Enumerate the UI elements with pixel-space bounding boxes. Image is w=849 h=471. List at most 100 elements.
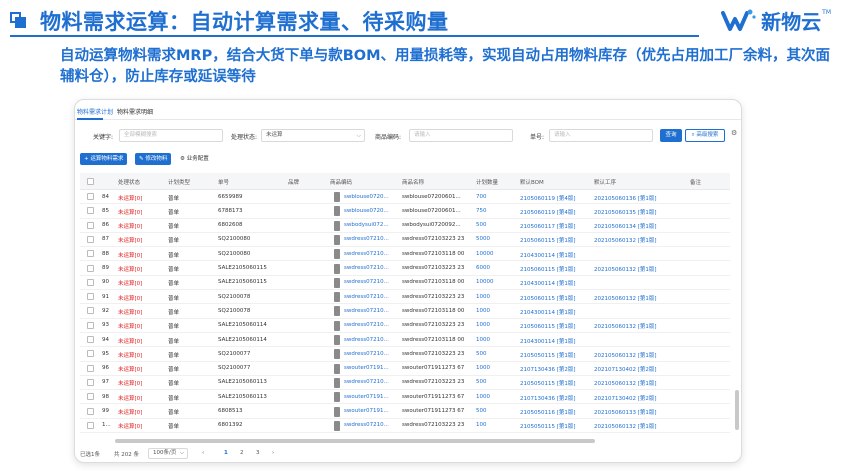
table-row[interactable]: 89 未运算[0] 普单 SALE2105060115 swdress07210... s… (80, 262, 730, 276)
row-material-code[interactable]: swblouse0720... (344, 194, 389, 200)
row-material-code[interactable]: swdress07210... (344, 308, 389, 314)
table-row[interactable]: 93 未运算[0] 普单 SALE2105060114 swdress07210... s… (80, 319, 730, 333)
row-material-code[interactable]: swdress07210... (344, 337, 389, 343)
row-checkbox[interactable] (87, 278, 94, 286)
row-default-bom[interactable]: 2105050116 [第1版] (520, 408, 576, 416)
row-default-process[interactable]: 202105060132 [第1版] (594, 236, 657, 244)
row-default-process[interactable]: 202105060132 [第1版] (594, 422, 657, 430)
table-row[interactable]: 88 未运算[0] 普单 SQ2100080 swdress07210... swdres… (80, 247, 730, 262)
keyword-input[interactable]: 全部模糊搜索 (119, 129, 223, 142)
vertical-scrollbar[interactable] (735, 390, 739, 430)
row-material-code[interactable]: swbodysui072... (344, 222, 389, 228)
row-default-process[interactable]: 202105060132 [第1版] (594, 265, 657, 273)
tab-material-detail[interactable]: 物料需求明细 (117, 107, 153, 116)
row-default-bom[interactable]: 2105050115 [第1版] (520, 422, 576, 430)
row-checkbox[interactable] (87, 293, 94, 301)
row-checkbox[interactable] (87, 235, 94, 243)
row-material-code[interactable]: swdress07210... (344, 294, 389, 300)
prev-page-button[interactable]: ‹ (202, 450, 204, 456)
row-default-process[interactable]: 202105060136 [第1版] (594, 194, 657, 202)
select-all-checkbox[interactable] (87, 178, 94, 185)
order-no-input[interactable]: 请输入 (549, 129, 653, 142)
row-default-bom[interactable]: 2105060119 [第4版] (520, 194, 576, 202)
row-default-bom[interactable]: 2105060115 [第1版] (520, 322, 576, 330)
row-checkbox[interactable] (87, 207, 94, 215)
row-checkbox[interactable] (87, 321, 94, 329)
table-row[interactable]: 96 未运算[0] 普单 SQ2100077 swouter07191... swoute… (80, 362, 730, 376)
row-material-code[interactable]: swdress07210... (344, 322, 389, 328)
row-plan-qty[interactable]: 6000 (476, 265, 490, 271)
page-3-button[interactable]: 3 (256, 450, 260, 456)
edit-material-button[interactable]: ✎ 修改物料 (135, 153, 172, 165)
row-default-process[interactable]: 202105060132 [第1版] (594, 379, 657, 387)
table-row[interactable]: 92 未运算[0] 普单 SQ2100078 swdress07210... swdres… (80, 304, 730, 319)
page-size-select[interactable]: 100条/页 ⌵ (148, 448, 188, 459)
query-button[interactable]: 查询 (660, 129, 682, 142)
row-material-code[interactable]: swdress07210... (344, 422, 389, 428)
row-material-code[interactable]: swdress07210... (344, 279, 389, 285)
row-checkbox[interactable] (87, 193, 94, 200)
row-checkbox[interactable] (87, 378, 94, 386)
row-material-code[interactable]: swouter07191... (344, 394, 389, 400)
horizontal-scrollbar[interactable] (115, 439, 595, 443)
row-default-bom[interactable]: 2104300114 [第1版] (520, 251, 576, 259)
row-default-process[interactable]: 202105060133 [第1版] (594, 408, 657, 416)
tab-material-plan[interactable]: 物料需求计划 (77, 107, 113, 116)
row-default-bom[interactable]: 2105060117 [第1版] (520, 222, 576, 230)
page-2-button[interactable]: 2 (240, 450, 244, 456)
row-checkbox[interactable] (87, 307, 94, 315)
row-plan-qty[interactable]: 1000 (476, 365, 490, 371)
status-select[interactable]: 未运算 ⌵ (261, 129, 365, 142)
row-default-bom[interactable]: 2104300114 [第1版] (520, 308, 576, 316)
row-material-code[interactable]: swdress07210... (344, 251, 389, 257)
row-material-code[interactable]: swdress07210... (344, 265, 389, 271)
table-row[interactable]: 87 未运算[0] 普单 SQ2100080 swdress07210... swdres… (80, 233, 730, 248)
row-plan-qty[interactable]: 10000 (476, 251, 494, 257)
row-plan-qty[interactable]: 100 (476, 422, 487, 428)
row-material-code[interactable]: swdress07210... (344, 379, 389, 385)
table-row[interactable]: 95 未运算[0] 普单 SQ2100077 swdress07210... swdres… (80, 347, 730, 362)
row-material-code[interactable]: swouter07191... (344, 365, 389, 371)
table-row[interactable]: 99 未运算[0] 普单 6808513 swouter07191... swouter0… (80, 405, 730, 419)
table-row[interactable]: 91 未运算[0] 普单 SQ2100078 swdress07210... swdres… (80, 290, 730, 305)
row-checkbox[interactable] (87, 407, 94, 415)
row-default-process[interactable]: 202105060132 [第1版] (594, 351, 657, 359)
row-checkbox[interactable] (87, 350, 94, 358)
row-default-process[interactable]: 202107130402 [第2版] (594, 394, 657, 402)
row-material-code[interactable]: swdress07210... (344, 236, 389, 242)
table-row[interactable]: 97 未运算[0] 普单 SALE2105060113 swdress07210... s… (80, 376, 730, 391)
row-default-process[interactable]: 202105060132 [第1版] (594, 322, 657, 330)
next-page-button[interactable]: › (272, 450, 274, 456)
table-row[interactable]: 1... 未运算[0] 普单 6801392 swdress07210... swdres… (80, 419, 730, 434)
row-default-bom[interactable]: 2105050115 [第1版] (520, 351, 576, 359)
table-row[interactable]: 90 未运算[0] 普单 SALE2105060115 swdress07210... s… (80, 276, 730, 291)
row-default-bom[interactable]: 2105060115 [第1版] (520, 236, 576, 244)
row-plan-qty[interactable]: 1000 (476, 308, 490, 314)
row-plan-qty[interactable]: 1000 (476, 294, 490, 300)
row-plan-qty[interactable]: 5000 (476, 236, 490, 242)
row-default-bom[interactable]: 2105060119 [第4版] (520, 208, 576, 216)
row-checkbox[interactable] (87, 336, 94, 343)
row-plan-qty[interactable]: 500 (476, 222, 487, 228)
row-default-process[interactable]: 202105060134 [第1版] (594, 222, 657, 230)
row-plan-qty[interactable]: 500 (476, 351, 487, 357)
row-checkbox[interactable] (87, 393, 94, 401)
row-default-process[interactable]: 202105060135 [第1版] (594, 208, 657, 216)
row-default-bom[interactable]: 2105060115 [第1版] (520, 265, 576, 273)
run-mrp-button[interactable]: + 运算物料需求 (80, 153, 128, 165)
row-plan-qty[interactable]: 500 (476, 379, 487, 385)
business-config-button[interactable]: ⚙ 业务配置 (180, 153, 209, 165)
row-default-process[interactable]: 202107130402 [第2版] (594, 365, 657, 373)
page-1-button[interactable]: 1 (224, 450, 228, 456)
advanced-search-button[interactable]: ⌕ 高级搜索 (685, 129, 725, 142)
row-material-code[interactable]: swblouse0720... (344, 208, 389, 214)
table-row[interactable]: 84 未运算[0] 普单 6659989 swblouse0720... swblouse… (80, 190, 730, 205)
row-plan-qty[interactable]: 10000 (476, 279, 494, 285)
gear-icon[interactable]: ⚙ (731, 129, 737, 137)
row-checkbox[interactable] (87, 264, 94, 272)
row-checkbox[interactable] (87, 364, 94, 372)
row-plan-qty[interactable]: 500 (476, 408, 487, 414)
row-default-bom[interactable]: 2104300114 [第1版] (520, 279, 576, 287)
row-default-bom[interactable]: 2104300114 [第1版] (520, 337, 576, 345)
row-checkbox[interactable] (87, 421, 94, 429)
